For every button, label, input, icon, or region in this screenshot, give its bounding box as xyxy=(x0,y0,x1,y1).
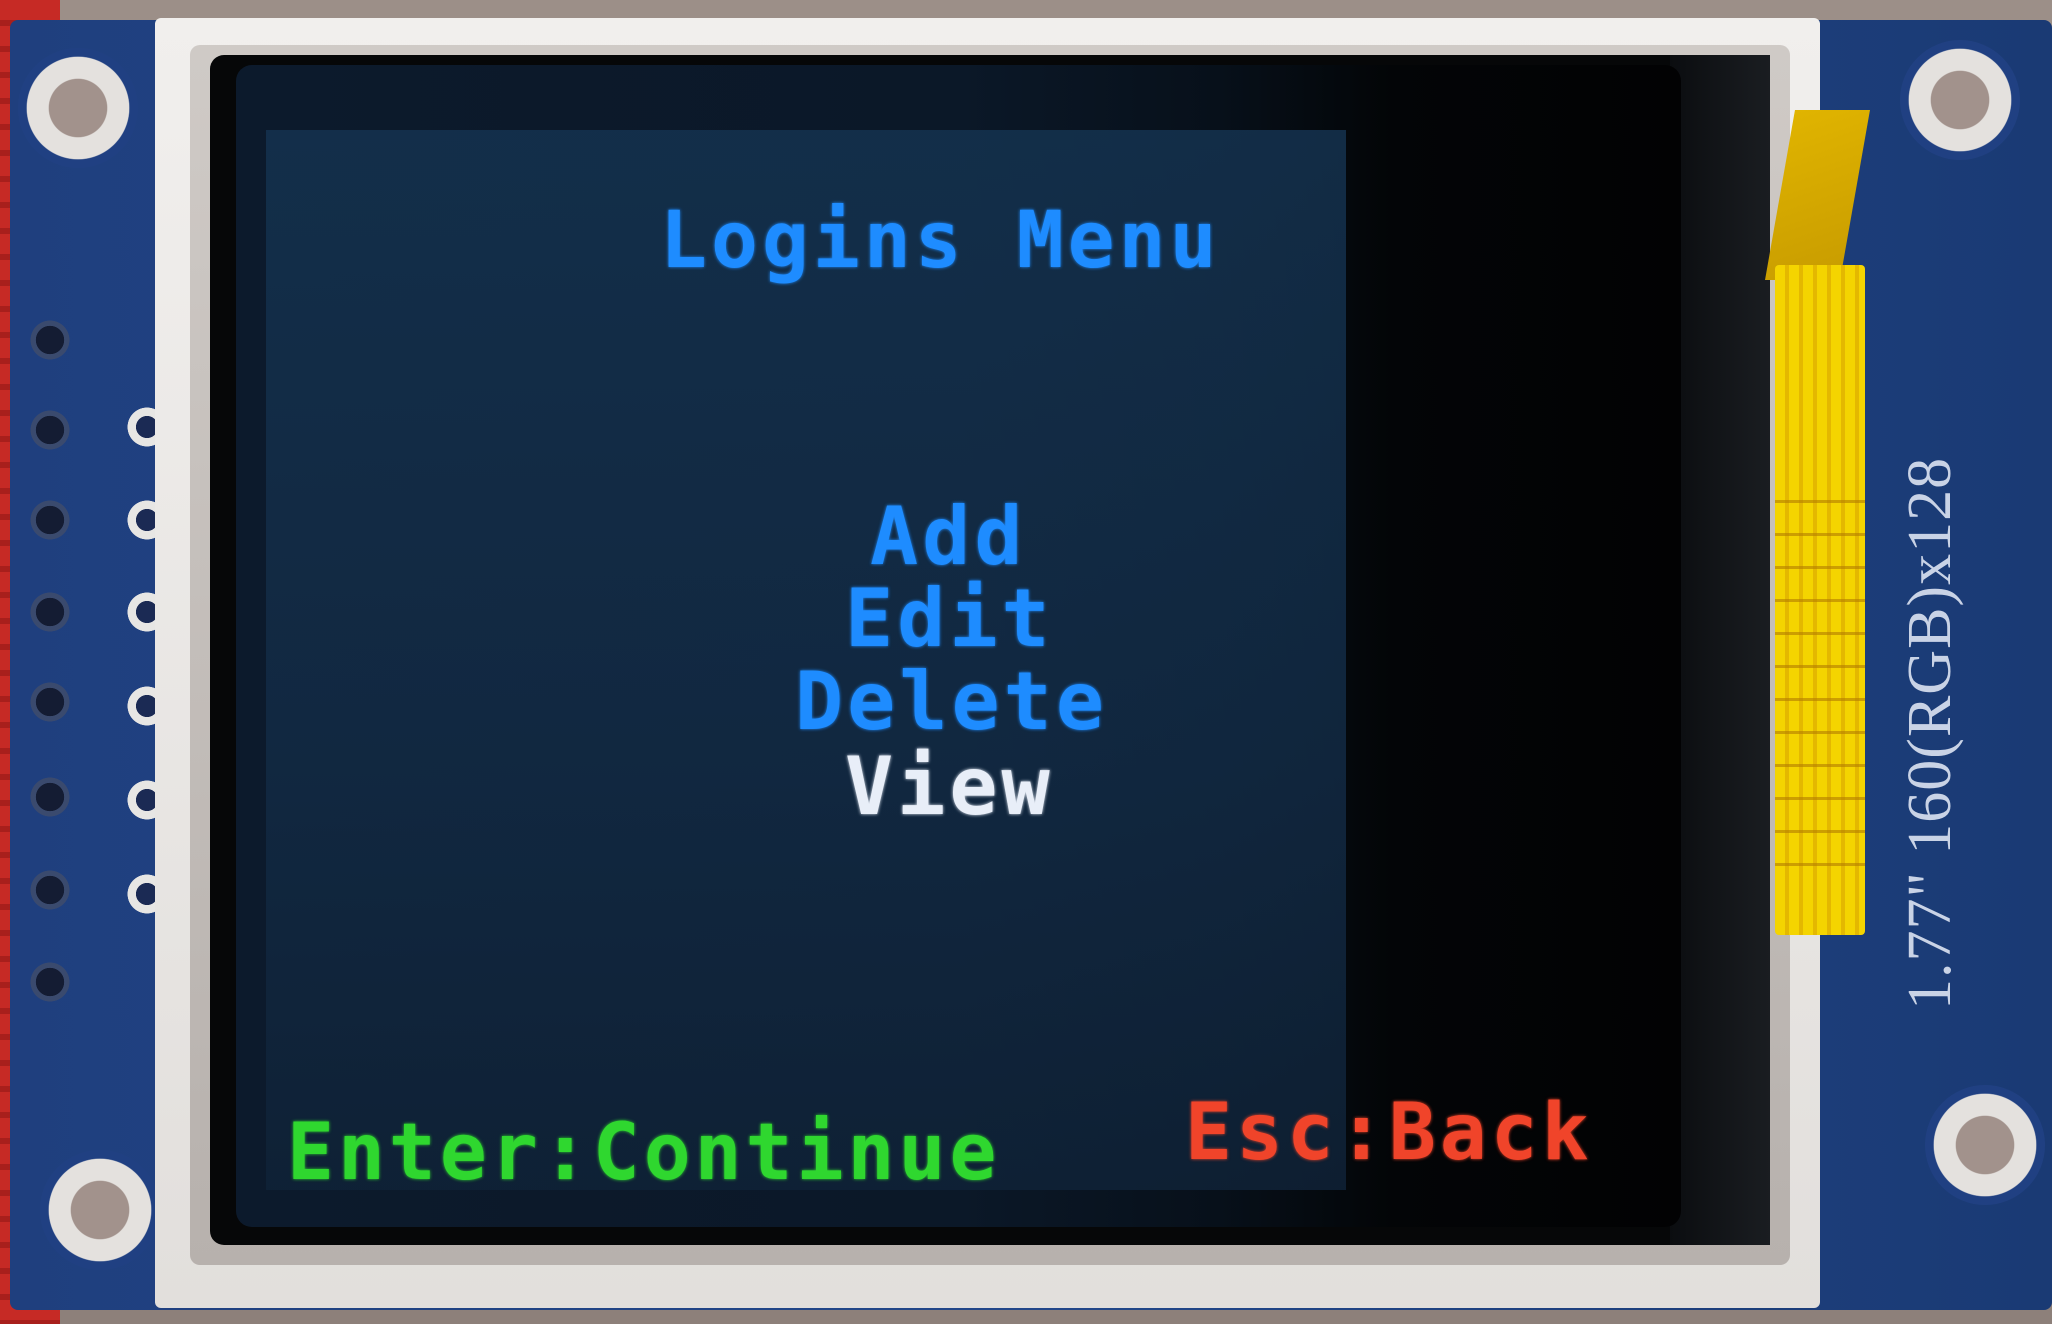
menu-item-add[interactable]: Add xyxy=(870,490,1027,583)
mount-hole-bottom-right xyxy=(1925,1085,2045,1205)
mount-hole-top-left xyxy=(18,48,138,168)
module-spec-label: 1.77" 160(RGB)x128 xyxy=(1896,456,1964,1010)
header-pin xyxy=(28,498,72,542)
header-pin xyxy=(28,590,72,634)
menu-item-view[interactable]: View xyxy=(845,740,1054,833)
menu-item-delete[interactable]: Delete xyxy=(795,655,1108,748)
mount-hole-top-right xyxy=(1900,40,2020,160)
menu-title: Logins Menu xyxy=(660,196,1221,286)
header-pin xyxy=(28,775,72,819)
photo-scene: Logins Menu Add Edit Delete View Enter:C… xyxy=(0,0,2052,1324)
header-pin xyxy=(28,408,72,452)
menu-item-edit[interactable]: Edit xyxy=(845,572,1054,665)
footer-enter-hint: Enter:Continue xyxy=(287,1108,1001,1198)
display-side-strip xyxy=(1670,55,1770,1245)
header-pin xyxy=(28,318,72,362)
footer-esc-hint: Esc:Back xyxy=(1185,1088,1593,1178)
header-pin xyxy=(28,680,72,724)
mount-hole-bottom-left xyxy=(40,1150,160,1270)
header-pin xyxy=(28,868,72,912)
header-pin xyxy=(28,960,72,1004)
ribbon-cable-traces xyxy=(1775,470,1865,870)
